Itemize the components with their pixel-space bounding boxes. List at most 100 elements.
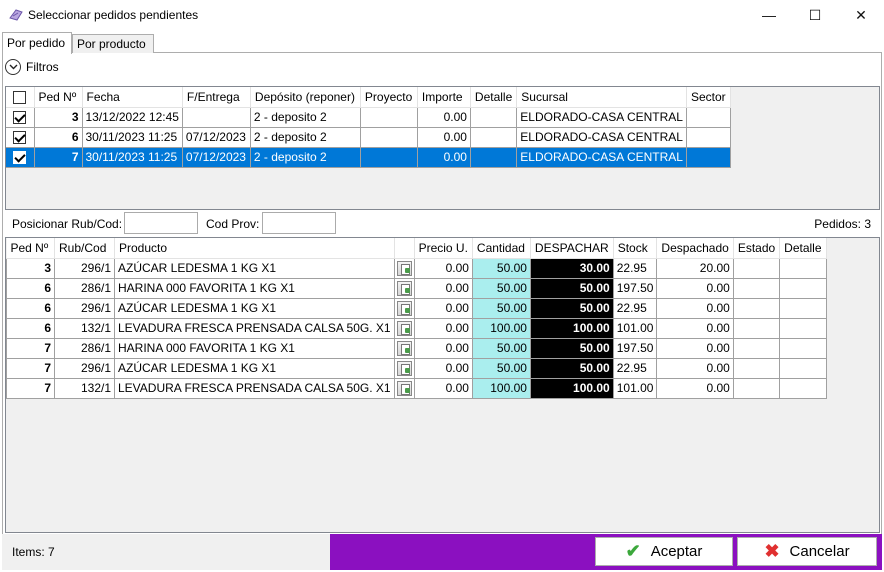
product-row[interactable]: 7 296/1 AZÚCAR LEDESMA 1 KG X1 0.00 50.00 50.…: [6, 358, 827, 379]
select-all-checkbox[interactable]: [13, 90, 27, 104]
cancel-button[interactable]: ✖ Cancelar: [736, 536, 878, 567]
product-rub-cell: 132/1: [54, 378, 115, 399]
document-icon[interactable]: [396, 320, 412, 336]
product-row[interactable]: 6 286/1 HARINA 000 FAVORITA 1 KG X1 0.00 50.…: [6, 278, 827, 299]
product-rub-cell: 286/1: [54, 338, 115, 359]
product-despachar-cell[interactable]: 50.00: [530, 298, 614, 319]
product-detail-button-cell[interactable]: [394, 338, 415, 359]
column-header[interactable]: Detalle: [470, 87, 518, 108]
column-header[interactable]: Importe: [417, 87, 471, 108]
orders-table: Ped Nº Fecha F/Entrega Depósito (reponer…: [6, 87, 731, 168]
maximize-button[interactable]: ☐: [792, 0, 838, 30]
products-grid[interactable]: Ped Nº Rub/Cod Producto Precio U. Cantid…: [5, 237, 880, 533]
close-button[interactable]: ✕: [838, 0, 884, 30]
product-despachado-cell: 0.00: [656, 298, 734, 319]
column-header[interactable]: Proyecto: [360, 87, 418, 108]
order-checkbox[interactable]: [13, 131, 27, 145]
product-detalle-cell: [779, 258, 827, 279]
product-row[interactable]: 7 286/1 HARINA 000 FAVORITA 1 KG X1 0.00 50.…: [6, 338, 827, 359]
document-icon[interactable]: [396, 340, 412, 356]
column-header[interactable]: Depósito (reponer): [250, 87, 361, 108]
product-despachar-cell[interactable]: 100.00: [530, 318, 614, 339]
tab-por-pedido[interactable]: Por pedido: [2, 32, 72, 54]
filtros-toggle[interactable]: Filtros: [5, 58, 59, 76]
select-all-header[interactable]: [6, 87, 35, 108]
document-icon[interactable]: [396, 380, 412, 396]
check-icon: ✔: [625, 541, 641, 561]
product-estado-cell: [733, 298, 781, 319]
document-icon[interactable]: [396, 300, 412, 316]
order-row[interactable]: 6 30/11/2023 11:25 07/12/2023 2 - deposito …: [6, 127, 731, 148]
orders-grid[interactable]: Ped Nº Fecha F/Entrega Depósito (reponer…: [5, 86, 880, 210]
product-despachar-cell[interactable]: 50.00: [530, 358, 614, 379]
product-despachar-cell[interactable]: 50.00: [530, 278, 614, 299]
product-despachado-cell: 20.00: [656, 258, 734, 279]
document-icon[interactable]: [396, 260, 412, 276]
column-header[interactable]: Ped Nº: [34, 87, 83, 108]
column-header[interactable]: Rub/Cod: [54, 238, 115, 259]
order-checkbox[interactable]: [13, 111, 27, 125]
order-row[interactable]: 3 13/12/2022 12:45 2 - deposito 2 0.00 ELDOR…: [6, 107, 731, 128]
product-despachar-cell[interactable]: 50.00: [530, 338, 614, 359]
column-header[interactable]: Stock: [613, 238, 658, 259]
column-header[interactable]: DESPACHAR: [530, 238, 614, 259]
order-checkbox[interactable]: [13, 151, 27, 165]
product-cantidad-cell: 50.00: [472, 258, 531, 279]
cancel-label: Cancelar: [789, 543, 850, 560]
column-header[interactable]: Producto: [114, 238, 395, 259]
product-despachado-cell: 0.00: [656, 338, 734, 359]
product-row[interactable]: 3 296/1 AZÚCAR LEDESMA 1 KG X1 0.00 50.00 30.…: [6, 258, 827, 279]
product-rub-cell: 286/1: [54, 278, 115, 299]
rub-cod-label: Posicionar Rub/Cod:: [12, 217, 123, 231]
rub-cod-input[interactable]: [124, 212, 198, 234]
chevron-down-icon: [5, 59, 21, 75]
column-header[interactable]: [394, 238, 415, 259]
column-header[interactable]: Precio U.: [414, 238, 473, 259]
product-despachado-cell: 0.00: [656, 318, 734, 339]
product-row[interactable]: 6 132/1 LEVADURA FRESCA PRENSADA CALSA 50G…: [6, 318, 827, 339]
cod-prov-input[interactable]: [262, 212, 336, 234]
column-header[interactable]: Ped Nº: [6, 238, 55, 259]
column-header[interactable]: Cantidad: [472, 238, 531, 259]
accept-button[interactable]: ✔ Aceptar: [595, 537, 733, 566]
product-detail-button-cell[interactable]: [394, 358, 415, 379]
document-icon[interactable]: [396, 360, 412, 376]
product-cantidad-cell: 100.00: [472, 318, 531, 339]
product-despachado-cell: 0.00: [656, 378, 734, 399]
minimize-button[interactable]: —: [746, 0, 792, 30]
product-detail-button-cell[interactable]: [394, 278, 415, 299]
product-detail-button-cell[interactable]: [394, 258, 415, 279]
cod-prov-label: Cod Prov:: [206, 217, 260, 231]
order-sucursal-cell: ELDORADO-CASA CENTRAL: [516, 127, 687, 148]
product-despachar-cell[interactable]: 100.00: [530, 378, 614, 399]
column-header[interactable]: Estado: [733, 238, 781, 259]
column-header[interactable]: F/Entrega: [182, 87, 251, 108]
product-name-cell: LEVADURA FRESCA PRENSADA CALSA 50G. X1: [114, 318, 395, 339]
product-rub-cell: 132/1: [54, 318, 115, 339]
order-select-cell[interactable]: [6, 147, 35, 168]
order-select-cell[interactable]: [6, 127, 35, 148]
column-header[interactable]: Sucursal: [516, 87, 687, 108]
product-detail-button-cell[interactable]: [394, 318, 415, 339]
product-cantidad-cell: 50.00: [472, 358, 531, 379]
product-cantidad-cell: 100.00: [472, 378, 531, 399]
product-detail-button-cell[interactable]: [394, 378, 415, 399]
order-ped-cell: 7: [34, 147, 83, 168]
tab-por-producto[interactable]: Por producto: [72, 34, 154, 53]
product-name-cell: AZÚCAR LEDESMA 1 KG X1: [114, 298, 395, 319]
order-select-cell[interactable]: [6, 107, 35, 128]
order-proyecto-cell: [360, 107, 418, 128]
product-despachar-cell[interactable]: 30.00: [530, 258, 614, 279]
order-row[interactable]: 7 30/11/2023 11:25 07/12/2023 2 - deposito …: [6, 147, 731, 168]
document-icon[interactable]: [396, 280, 412, 296]
product-precio-cell: 0.00: [414, 258, 473, 279]
product-precio-cell: 0.00: [414, 318, 473, 339]
product-row[interactable]: 6 296/1 AZÚCAR LEDESMA 1 KG X1 0.00 50.00 50.…: [6, 298, 827, 319]
column-header[interactable]: Despachado: [656, 238, 734, 259]
column-header[interactable]: Sector: [686, 87, 731, 108]
order-ped-cell: 6: [34, 127, 83, 148]
column-header[interactable]: Fecha: [82, 87, 183, 108]
product-row[interactable]: 7 132/1 LEVADURA FRESCA PRENSADA CALSA 50G…: [6, 378, 827, 399]
column-header[interactable]: Detalle: [779, 238, 827, 259]
product-detail-button-cell[interactable]: [394, 298, 415, 319]
